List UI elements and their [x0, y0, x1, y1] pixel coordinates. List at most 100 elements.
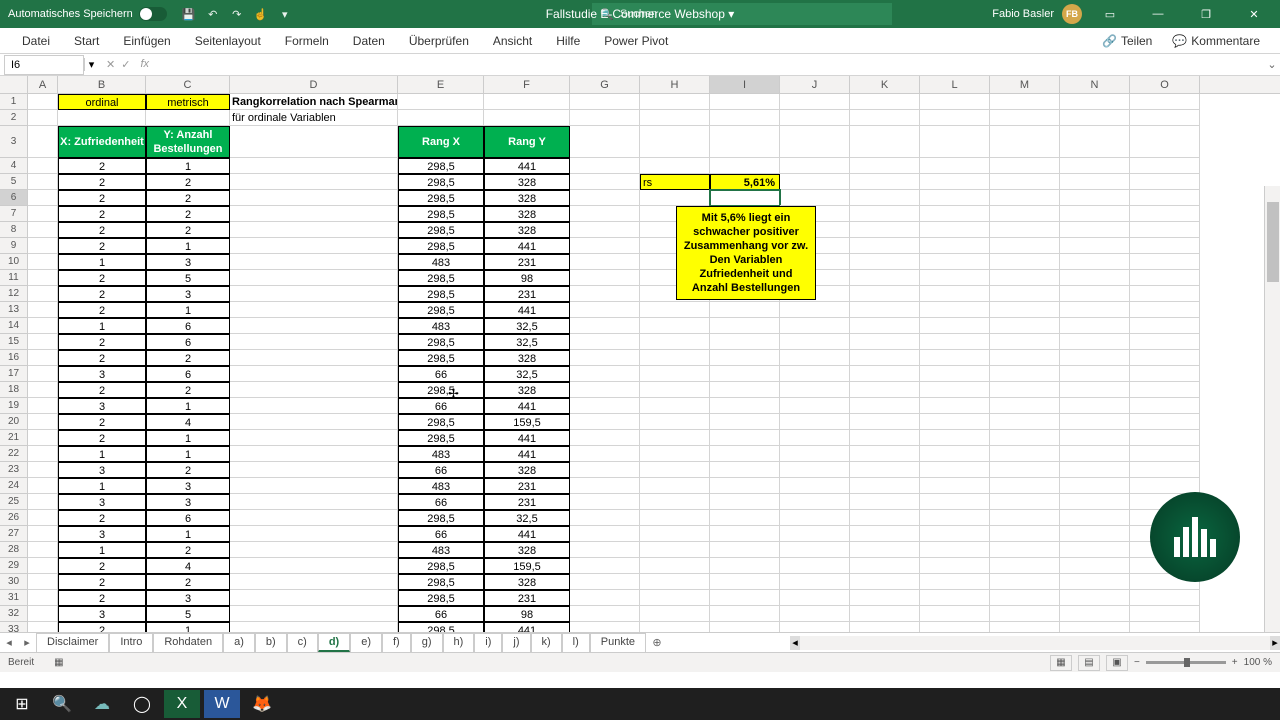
column-header-L[interactable]: L: [920, 76, 990, 93]
cell[interactable]: [850, 446, 920, 462]
cell-b[interactable]: 2: [58, 222, 146, 238]
cell[interactable]: [710, 190, 780, 206]
cell[interactable]: [850, 494, 920, 510]
cell[interactable]: [920, 334, 990, 350]
cell[interactable]: [1060, 286, 1130, 302]
cell[interactable]: [230, 366, 398, 382]
cell[interactable]: [920, 478, 990, 494]
cell-f[interactable]: 32,5: [484, 366, 570, 382]
row-header-16[interactable]: 16: [0, 350, 28, 366]
cell-c[interactable]: 2: [146, 574, 230, 590]
cell[interactable]: [990, 318, 1060, 334]
cell[interactable]: [920, 462, 990, 478]
cell-c[interactable]: 6: [146, 318, 230, 334]
column-header-F[interactable]: F: [484, 76, 570, 93]
name-box[interactable]: I6: [4, 55, 84, 75]
cell-c[interactable]: 2: [146, 222, 230, 238]
cell[interactable]: [1060, 334, 1130, 350]
sheet-tab-e[interactable]: e): [350, 633, 382, 652]
cell[interactable]: [920, 110, 990, 126]
cell-e[interactable]: 298,5: [398, 350, 484, 366]
dropdown-icon[interactable]: ▾: [277, 6, 293, 22]
cell[interactable]: [1060, 238, 1130, 254]
cell-b[interactable]: 2: [58, 382, 146, 398]
header-y[interactable]: Y: Anzahl Bestellungen: [146, 126, 230, 158]
cell[interactable]: [640, 302, 710, 318]
autosave-toggle[interactable]: Automatisches Speichern: [0, 7, 175, 21]
cell[interactable]: [28, 366, 58, 382]
excel-taskbar-icon[interactable]: X: [164, 690, 200, 718]
ribbon-tab-seitenlayout[interactable]: Seitenlayout: [183, 28, 273, 53]
cell[interactable]: [780, 430, 850, 446]
cell[interactable]: [28, 558, 58, 574]
cell[interactable]: [640, 478, 710, 494]
cell[interactable]: [640, 334, 710, 350]
header-metrisch[interactable]: metrisch: [146, 94, 230, 110]
cell[interactable]: [28, 190, 58, 206]
cell-e[interactable]: 298,5: [398, 574, 484, 590]
cell[interactable]: [780, 350, 850, 366]
cell-e[interactable]: 298,5: [398, 222, 484, 238]
cell[interactable]: [710, 318, 780, 334]
cell[interactable]: [920, 270, 990, 286]
cell[interactable]: [780, 318, 850, 334]
cell[interactable]: [1060, 542, 1130, 558]
cell[interactable]: [990, 286, 1060, 302]
cell-f[interactable]: 231: [484, 590, 570, 606]
cell[interactable]: [640, 510, 710, 526]
cell[interactable]: [850, 254, 920, 270]
sheet-tab-a[interactable]: a): [223, 633, 255, 652]
cell[interactable]: [570, 526, 640, 542]
cell[interactable]: [570, 110, 640, 126]
cell[interactable]: [920, 574, 990, 590]
cell[interactable]: [28, 126, 58, 158]
row-header-28[interactable]: 28: [0, 542, 28, 558]
cell[interactable]: [484, 94, 570, 110]
column-header-M[interactable]: M: [990, 76, 1060, 93]
cell[interactable]: [710, 382, 780, 398]
cell[interactable]: [640, 190, 710, 206]
cell-f[interactable]: 231: [484, 254, 570, 270]
cell-e[interactable]: 298,5: [398, 238, 484, 254]
cell[interactable]: [1130, 350, 1200, 366]
cell[interactable]: [230, 542, 398, 558]
column-header-B[interactable]: B: [58, 76, 146, 93]
cell[interactable]: [640, 462, 710, 478]
cell[interactable]: [1060, 414, 1130, 430]
cell[interactable]: [850, 526, 920, 542]
cell[interactable]: [570, 398, 640, 414]
row-header-7[interactable]: 7: [0, 206, 28, 222]
cell[interactable]: [570, 334, 640, 350]
sheet-tab-k[interactable]: k): [531, 633, 562, 652]
cell[interactable]: [640, 110, 710, 126]
cell[interactable]: [710, 494, 780, 510]
cell-c[interactable]: 3: [146, 494, 230, 510]
cell[interactable]: [990, 478, 1060, 494]
cell-c[interactable]: 1: [146, 446, 230, 462]
cell-f[interactable]: 441: [484, 446, 570, 462]
cell[interactable]: [990, 558, 1060, 574]
cell-f[interactable]: 328: [484, 574, 570, 590]
weather-icon[interactable]: ☁: [84, 690, 120, 718]
cell[interactable]: [230, 174, 398, 190]
cell[interactable]: [920, 382, 990, 398]
cell[interactable]: [570, 238, 640, 254]
cell[interactable]: [1060, 510, 1130, 526]
cell-f[interactable]: 328: [484, 350, 570, 366]
cell[interactable]: [28, 606, 58, 622]
header-x[interactable]: X: Zufriedenheit: [58, 126, 146, 158]
sheet-tab-g[interactable]: g): [411, 633, 443, 652]
row-header-9[interactable]: 9: [0, 238, 28, 254]
cell[interactable]: [570, 254, 640, 270]
row-header-13[interactable]: 13: [0, 302, 28, 318]
cancel-icon[interactable]: ✕: [106, 58, 115, 71]
cell-c[interactable]: 1: [146, 398, 230, 414]
row-header-12[interactable]: 12: [0, 286, 28, 302]
column-header-D[interactable]: D: [230, 76, 398, 93]
cell-e[interactable]: 483: [398, 542, 484, 558]
cell[interactable]: [28, 238, 58, 254]
cell[interactable]: [28, 622, 58, 632]
column-header-J[interactable]: J: [780, 76, 850, 93]
cell-e[interactable]: 66: [398, 462, 484, 478]
cell[interactable]: [850, 622, 920, 632]
